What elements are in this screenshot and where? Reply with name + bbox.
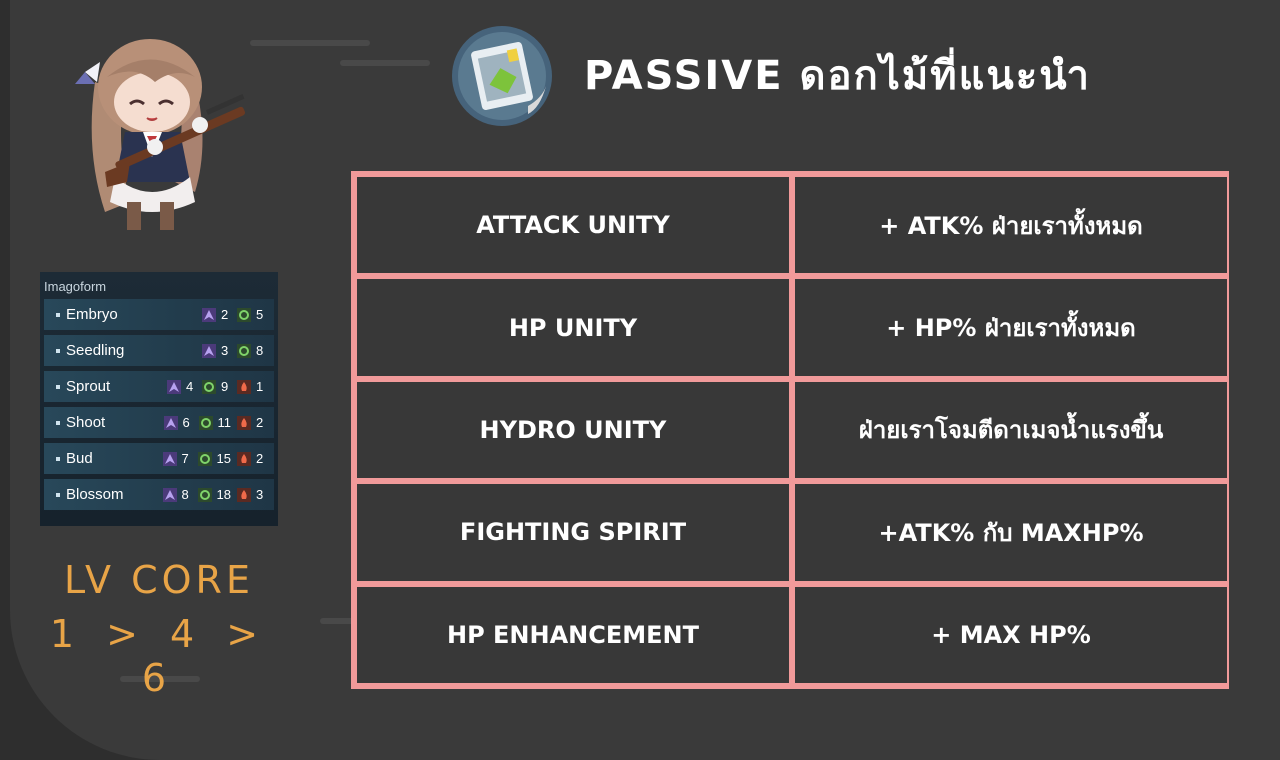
- bullet-icon: [56, 420, 60, 425]
- imagoform-stage-name: Embryo: [66, 306, 118, 323]
- red-flame-icon: [237, 451, 251, 466]
- imagoform-row-sprout: Sprout 4 9 1: [44, 371, 274, 402]
- imagoform-stat: 4: [167, 379, 196, 394]
- green-orb-icon: [197, 451, 212, 466]
- imagoform-stats: 7 15 2: [157, 451, 266, 466]
- imagoform-stage-name: Seedling: [66, 342, 125, 359]
- imagoform-stat-value: 2: [256, 415, 264, 430]
- green-orb-icon: [202, 379, 216, 394]
- passive-name-cell: HYDRO UNITY: [357, 381, 789, 479]
- passive-name-cell: ATTACK UNITY: [357, 177, 789, 274]
- green-orb-icon: [198, 415, 213, 430]
- imagoform-stat-value: 2: [221, 307, 229, 322]
- purple-triangle-icon: [202, 307, 216, 322]
- imagoform-stat-value: 2: [256, 451, 264, 466]
- lv-core-label: LV CORE: [64, 558, 254, 602]
- bullet-icon: [56, 348, 60, 353]
- passive-effect-cell: + MAX HP%: [795, 586, 1227, 683]
- passive-name-cell: HP UNITY: [357, 279, 789, 376]
- imagoform-stat-value: 9: [221, 379, 229, 394]
- imagoform-row-seedling: Seedling 3 8: [44, 335, 274, 366]
- imagoform-stat-value: 18: [216, 487, 231, 502]
- purple-triangle-icon: [202, 343, 216, 358]
- imagoform-stat: 7: [162, 451, 192, 466]
- imagoform-title: Imagoform: [44, 279, 107, 294]
- bullet-icon: [56, 312, 60, 317]
- imagoform-list: Embryo 2 5 Seedling 3 8 Sprout 4 9 1 Shoot 6 11 2 Bud 7…: [44, 299, 274, 510]
- green-orb-icon: [197, 487, 212, 502]
- red-flame-icon: [237, 487, 251, 502]
- background-streak: [250, 40, 370, 46]
- bullet-icon: [56, 456, 60, 461]
- red-flame-icon: [237, 415, 251, 430]
- green-orb-icon: [237, 307, 251, 322]
- imagoform-stats: 25: [196, 307, 266, 322]
- passive-name-cell: FIGHTING SPIRIT: [357, 484, 789, 581]
- imagoform-stats: 6 11 2: [158, 415, 267, 430]
- purple-triangle-icon: [167, 379, 181, 394]
- imagoform-stat-value: 6: [182, 415, 190, 430]
- imagoform-stat: 2: [237, 415, 266, 430]
- imagoform-stat-value: 7: [181, 451, 189, 466]
- purple-triangle-icon: [162, 487, 177, 502]
- page-title: PASSIVE ดอกไม้ที่แนะนำ: [584, 53, 1091, 99]
- passive-effect-cell: +ATK% กับ MAXHP%: [795, 484, 1227, 581]
- imagoform-stat: 8: [162, 487, 192, 502]
- passive-effect-cell: + ATK% ฝ่ายเราทั้งหมด: [795, 177, 1227, 274]
- passive-table: ATTACK UNITY + ATK% ฝ่ายเราทั้งหมด HP UN…: [351, 171, 1229, 689]
- background-streak: [340, 60, 430, 66]
- imagoform-panel: Imagoform Embryo 2 5 Seedling 3 8 Sprout 4 9 1 Sho…: [40, 272, 278, 526]
- imagoform-stat: 2: [237, 451, 266, 466]
- imagoform-stat-value: 4: [186, 379, 194, 394]
- imagoform-stat: 9: [202, 379, 231, 394]
- imagoform-stat-value: 1: [256, 379, 264, 394]
- imagoform-stat: 11: [198, 415, 232, 430]
- imagoform-stat: 1: [237, 379, 266, 394]
- imagoform-stat: 8: [237, 343, 266, 358]
- bullet-icon: [56, 384, 60, 389]
- imagoform-stat-value: 5: [256, 307, 264, 322]
- imagoform-stat-value: 3: [221, 343, 229, 358]
- imagoform-stat: 15: [197, 451, 231, 466]
- imagoform-stat: 5: [237, 307, 266, 322]
- imagoform-stats: 38: [196, 343, 266, 358]
- imagoform-row-bud: Bud 7 15 2: [44, 443, 274, 474]
- bullet-icon: [56, 492, 60, 497]
- imagoform-stat: 6: [163, 415, 193, 430]
- imagoform-stat: 2: [202, 307, 231, 322]
- passive-effect-cell: ฝ่ายเราโจมตีดาเมจน้ำแรงขึ้น: [795, 381, 1227, 479]
- imagoform-row-blossom: Blossom 8 18 3: [44, 479, 274, 510]
- imagoform-stage-name: Blossom: [66, 486, 124, 503]
- imagoform-stat-value: 11: [217, 415, 232, 430]
- passive-effect-cell: + HP% ฝ่ายเราทั้งหมด: [795, 279, 1227, 376]
- imagoform-stage-name: Shoot: [66, 414, 106, 431]
- imagoform-stage-name: Sprout: [66, 378, 111, 395]
- purple-triangle-icon: [163, 415, 178, 430]
- imagoform-stat: 18: [197, 487, 231, 502]
- imagoform-stat: 3: [237, 487, 266, 502]
- imagoform-stat-value: 3: [256, 487, 264, 502]
- red-flame-icon: [237, 379, 251, 394]
- imagoform-row-embryo: Embryo 2 5: [44, 299, 274, 330]
- imagoform-stat-value: 8: [181, 487, 189, 502]
- imagoform-stats: 8 18 3: [157, 487, 266, 502]
- imagoform-stats: 4 9 1: [161, 379, 266, 394]
- imagoform-row-shoot: Shoot 6 11 2: [44, 407, 274, 438]
- passive-name-cell: HP ENHANCEMENT: [357, 586, 789, 683]
- imagoform-stat-value: 8: [256, 343, 264, 358]
- imagoform-stage-name: Bud: [66, 450, 93, 467]
- green-orb-icon: [237, 343, 251, 358]
- imagoform-stat: 3: [202, 343, 231, 358]
- purple-triangle-icon: [162, 451, 177, 466]
- chibi-character-illustration: [75, 39, 246, 230]
- lv-core-sequence: 1 > 4 > 6: [49, 612, 269, 700]
- sticker-icon: [452, 26, 552, 126]
- imagoform-stat-value: 15: [216, 451, 231, 466]
